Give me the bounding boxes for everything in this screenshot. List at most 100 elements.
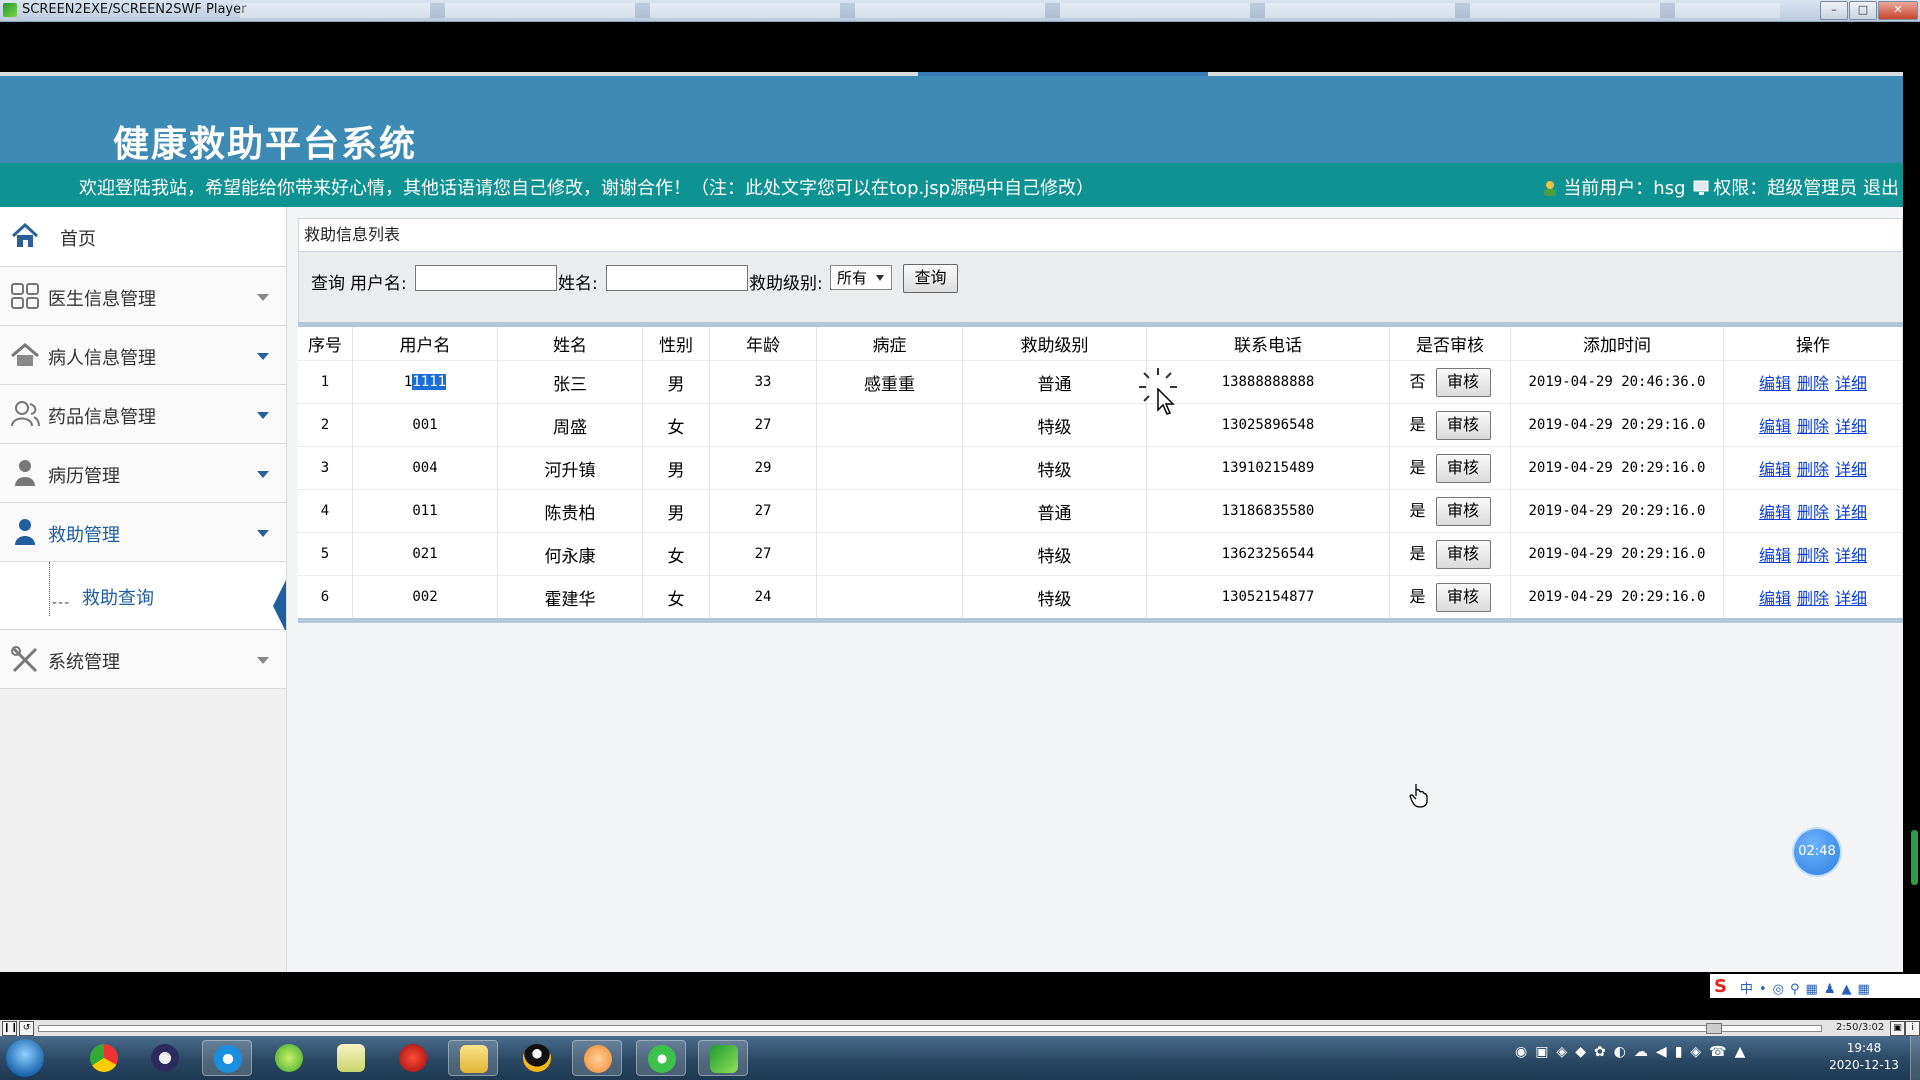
chrome-icon [90, 1044, 118, 1072]
detail-link[interactable]: 详细 [1835, 546, 1867, 565]
cell-age: 29 [709, 446, 817, 490]
browser-icon [214, 1045, 242, 1073]
delete-link[interactable]: 删除 [1797, 546, 1829, 565]
recording-timer: 02:48 [1794, 829, 1840, 875]
detail-link[interactable]: 详细 [1835, 417, 1867, 436]
loop-icon[interactable]: ↺ [19, 1021, 34, 1036]
cell-age: 27 [709, 489, 817, 533]
player-icon [710, 1045, 738, 1073]
web-page: 健康救助平台系统 欢迎登陆我站，希望能给你带来好心情，其他话语请您自己修改，谢谢… [0, 72, 1903, 972]
cell-audited: 是审核 [1389, 532, 1511, 576]
close-button[interactable]: ✕ [1878, 1, 1918, 20]
username-input[interactable] [415, 265, 557, 291]
table-header-row: 序号 用户名 姓名 性别 年龄 病症 救助级别 联系电话 是否审核 添加时间 操… [298, 327, 1903, 361]
audit-status: 是 [1409, 500, 1426, 520]
fullscreen-icon[interactable]: ▣ [1890, 1021, 1905, 1036]
sidebar-item-label: 首页 [60, 229, 96, 250]
edit-link[interactable]: 编辑 [1759, 460, 1791, 479]
table-row: 2 001 周盛女 27 特级 13025896548 是审核 2019-04-29 20:2… [298, 403, 1903, 447]
level-select[interactable]: 所有 [830, 265, 892, 290]
taskbar-clock[interactable]: 19:48 2020-12-13 [1826, 1040, 1902, 1074]
edit-link[interactable]: 编辑 [1759, 503, 1791, 522]
taskbar-explorer[interactable] [448, 1040, 498, 1076]
taskbar-360[interactable] [264, 1040, 314, 1076]
show-desktop-button[interactable] [1910, 1036, 1920, 1080]
welcome-bar: 欢迎登陆我站，希望能给你带来好心情，其他话语请您自己修改，谢谢合作！（注：此处文… [0, 163, 1903, 207]
audit-button[interactable]: 审核 [1435, 539, 1491, 569]
taskbar-audio[interactable] [572, 1040, 622, 1076]
cell-no: 2 [298, 403, 353, 447]
delete-link[interactable]: 删除 [1797, 374, 1829, 393]
info-icon[interactable]: i [1905, 1021, 1920, 1036]
sidebar-item-records[interactable]: 病历管理 [0, 444, 286, 503]
chevron-down-icon [257, 471, 269, 478]
sidebar-item-aid[interactable]: 救助管理 [0, 503, 286, 562]
seek-thumb[interactable] [1706, 1023, 1723, 1034]
taskbar-eclipse[interactable] [140, 1040, 190, 1076]
query-button[interactable]: 查询 [903, 264, 958, 293]
taskbar-flash[interactable] [388, 1040, 438, 1076]
audit-button[interactable]: 审核 [1435, 367, 1491, 397]
sidebar-item-system[interactable]: 系统管理 [0, 630, 286, 689]
pause-icon[interactable]: ❙❙ [2, 1021, 18, 1036]
delete-link[interactable]: 删除 [1797, 589, 1829, 608]
detail-link[interactable]: 详细 [1835, 374, 1867, 393]
maximize-button[interactable]: □ [1849, 1, 1877, 20]
logout-link[interactable]: 退出 [1863, 178, 1899, 199]
sidebar-item-doctor[interactable]: 医生信息管理 [0, 267, 286, 326]
cell-actions: 编辑 删除 详细 [1723, 575, 1903, 618]
sidebar-item-patient[interactable]: 病人信息管理 [0, 326, 286, 385]
sidebar-subitem-label: 救助查询 [82, 588, 154, 609]
sidebar-item-label: 病人信息管理 [48, 348, 156, 369]
side-handle[interactable] [1911, 830, 1918, 885]
chevron-down-icon [876, 275, 884, 281]
seek-track[interactable] [38, 1025, 1822, 1032]
cell-no: 3 [298, 446, 353, 490]
taskbar-qq[interactable] [512, 1040, 562, 1076]
taskbar-notepad[interactable] [326, 1040, 376, 1076]
audit-button[interactable]: 审核 [1435, 582, 1491, 612]
cell-audited: 是审核 [1389, 446, 1511, 490]
cell-phone: 13025896548 [1146, 403, 1390, 447]
delete-link[interactable]: 删除 [1797, 417, 1829, 436]
detail-link[interactable]: 详细 [1835, 503, 1867, 522]
cell-actions: 编辑 删除 详细 [1723, 446, 1903, 490]
edit-link[interactable]: 编辑 [1759, 589, 1791, 608]
sogou-ime-icon[interactable]: S [1714, 976, 1727, 997]
system-tray[interactable]: ◉▣◈◆✿◐☁◀▮◈☎▲ [1515, 1044, 1815, 1070]
taskbar-browser[interactable] [202, 1040, 252, 1076]
edit-link[interactable]: 编辑 [1759, 374, 1791, 393]
taskbar-player[interactable] [698, 1040, 748, 1076]
site-header: 健康救助平台系统 [0, 76, 1903, 165]
sidebar-item-medicine[interactable]: 药品信息管理 [0, 385, 286, 444]
cell-audited: 是审核 [1389, 489, 1511, 533]
cell-time: 2019-04-29 20:29:16.0 [1510, 489, 1724, 533]
audit-button[interactable]: 审核 [1435, 453, 1491, 483]
cell-phone: 13888888888 [1146, 360, 1390, 404]
user-icon [15, 519, 35, 545]
audit-status: 是 [1409, 457, 1426, 477]
cell-actions: 编辑 删除 详细 [1723, 489, 1903, 533]
sidebar-item-label: 系统管理 [48, 652, 120, 673]
detail-link[interactable]: 详细 [1835, 460, 1867, 479]
audit-button[interactable]: 审核 [1435, 496, 1491, 526]
ime-mode[interactable]: 中•◎⚲▦♟▲▦ [1740, 978, 1876, 997]
audit-button[interactable]: 审核 [1435, 410, 1491, 440]
edit-link[interactable]: 编辑 [1759, 417, 1791, 436]
delete-link[interactable]: 删除 [1797, 503, 1829, 522]
taskbar-wechat[interactable] [636, 1040, 686, 1076]
current-user-label: 当前用户：hsg [1563, 178, 1686, 199]
edit-link[interactable]: 编辑 [1759, 546, 1791, 565]
detail-link[interactable]: 详细 [1835, 589, 1867, 608]
delete-link[interactable]: 删除 [1797, 460, 1829, 479]
cell-phone: 13052154877 [1146, 575, 1390, 618]
sidebar-item-home[interactable]: 首页 [0, 207, 286, 267]
cell-no: 4 [298, 489, 353, 533]
start-button[interactable] [6, 1039, 44, 1077]
sidebar-subitem-aid-query[interactable]: --- 救助查询 [0, 562, 286, 632]
taskbar-chrome[interactable] [79, 1040, 129, 1076]
minimize-button[interactable]: – [1820, 1, 1848, 20]
col-no: 序号 [298, 327, 353, 361]
name-input[interactable] [606, 265, 748, 291]
cell-actions: 编辑 删除 详细 [1723, 532, 1903, 576]
